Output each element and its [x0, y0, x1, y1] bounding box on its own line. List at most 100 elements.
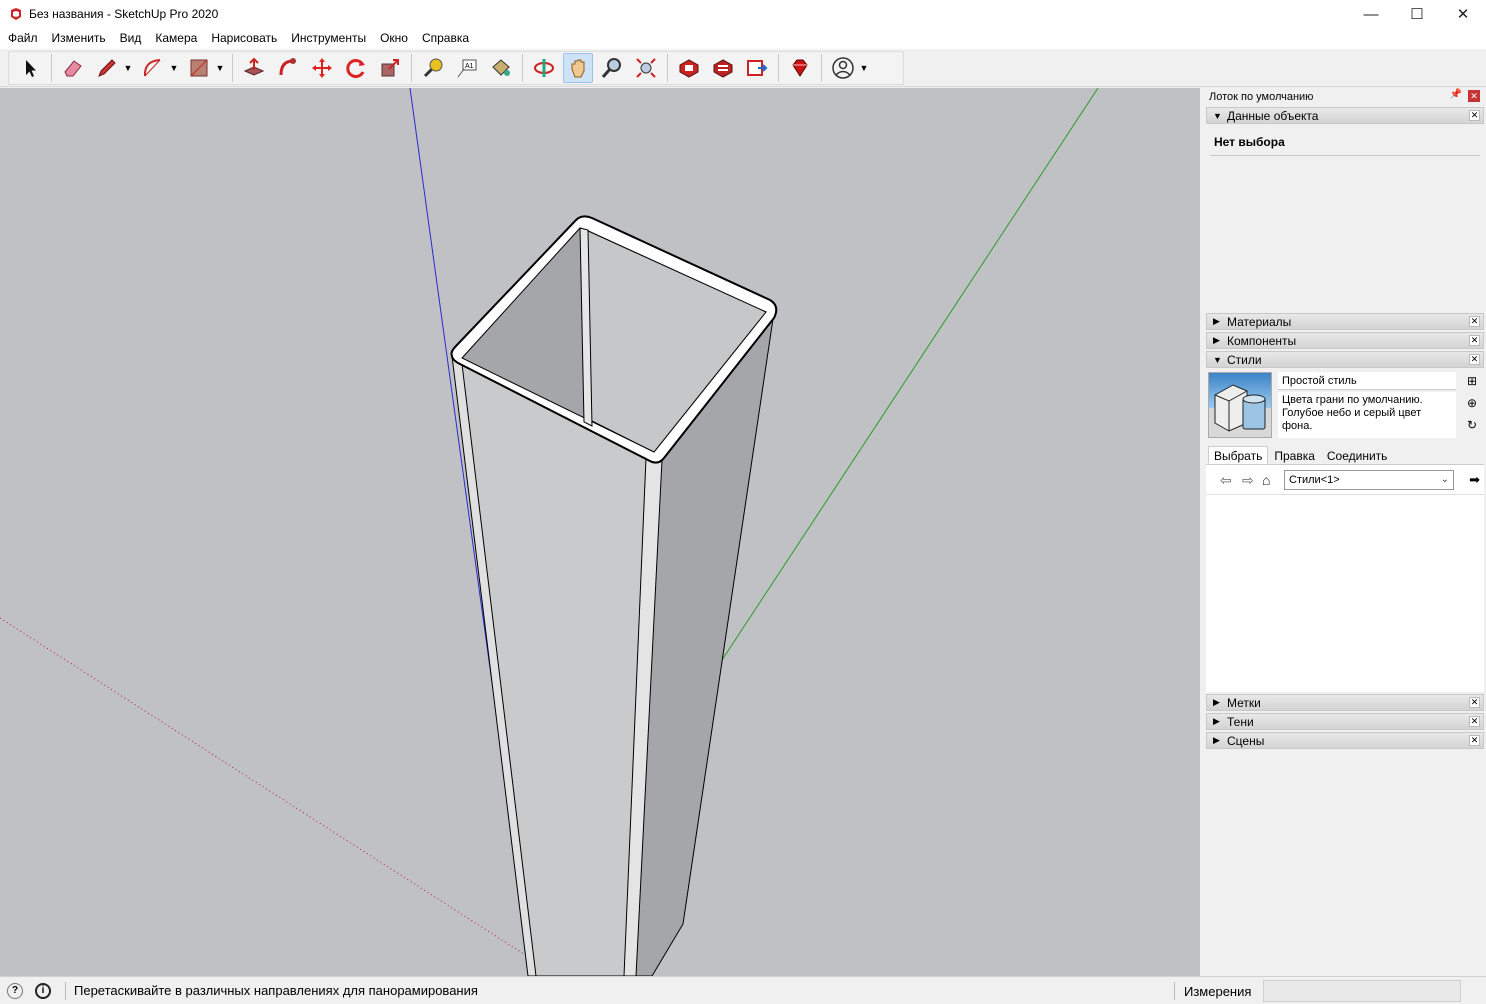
styles-panel-header[interactable]: ▼ Стили ✕: [1206, 351, 1484, 368]
panel-close-icon[interactable]: ✕: [1469, 354, 1480, 365]
style-collection-select[interactable]: Стили<1> ⌄: [1284, 470, 1454, 490]
menu-file[interactable]: Файл: [1, 28, 45, 49]
pin-icon[interactable]: 📌: [1450, 89, 1462, 100]
menu-draw[interactable]: Нарисовать: [204, 28, 284, 49]
follow-me-icon: [279, 58, 296, 76]
ruby-console-button[interactable]: [785, 53, 815, 83]
text-icon: A1: [457, 59, 477, 78]
ruby-icon: [792, 59, 808, 77]
svg-text:A1: A1: [465, 63, 474, 70]
panel-close-icon[interactable]: ✕: [1469, 110, 1480, 121]
materials-label: Материалы: [1227, 314, 1292, 329]
measurements-input[interactable]: [1263, 980, 1461, 1002]
info-icon[interactable]: i: [35, 982, 51, 999]
panel-close-icon[interactable]: ✕: [1469, 716, 1480, 727]
home-icon[interactable]: ⌂: [1262, 472, 1270, 488]
pencil-dropdown-icon[interactable]: ▼: [122, 53, 134, 83]
menu-tools[interactable]: Инструменты: [284, 28, 373, 49]
panel-close-icon[interactable]: ✕: [1469, 735, 1480, 746]
tray-title: Лоток по умолчанию: [1209, 90, 1314, 103]
red-axis-dotted: [0, 617, 531, 959]
expand-triangle-icon: ▶: [1213, 697, 1220, 707]
forward-arrow-icon[interactable]: ⇨: [1242, 472, 1254, 489]
style-library-list[interactable]: [1206, 494, 1484, 692]
panel-close-icon[interactable]: ✕: [1469, 335, 1480, 346]
tab-edit[interactable]: Правка: [1268, 446, 1321, 464]
orbit-tool-button[interactable]: [529, 53, 559, 83]
3d-warehouse-button[interactable]: [674, 53, 704, 83]
drawing-viewport[interactable]: [0, 88, 1200, 976]
zoom-extents-icon: [636, 58, 656, 78]
panel-close-icon[interactable]: ✕: [1469, 316, 1480, 327]
menu-view[interactable]: Вид: [113, 28, 149, 49]
zoom-tool-button[interactable]: [597, 53, 627, 83]
materials-panel-header[interactable]: ▶ Материалы ✕: [1206, 313, 1484, 330]
panel-close-icon[interactable]: ✕: [1469, 697, 1480, 708]
arc-dropdown-icon[interactable]: ▼: [168, 53, 180, 83]
account-dropdown-icon[interactable]: ▼: [858, 53, 870, 83]
details-arrow-icon[interactable]: ➡: [1469, 472, 1480, 488]
chevron-down-icon: ⌄: [1440, 474, 1449, 485]
tray-header: Лоток по умолчанию 📌 ✕: [1202, 88, 1486, 105]
entity-info-panel-header[interactable]: ▼ Данные объекта ✕: [1206, 107, 1484, 124]
scale-tool-button[interactable]: [375, 53, 405, 83]
create-style-icon[interactable]: ⊞: [1467, 374, 1477, 388]
update-style-icon[interactable]: ⊕: [1467, 396, 1477, 410]
close-window-button[interactable]: ✕: [1440, 0, 1486, 28]
styles-label: Стили: [1227, 352, 1262, 367]
geo-location-icon[interactable]: ?: [7, 982, 23, 999]
eraser-tool-button[interactable]: [58, 53, 88, 83]
divider: [1174, 982, 1175, 1000]
zoom-extents-tool-button[interactable]: [631, 53, 661, 83]
pan-tool-button[interactable]: [563, 53, 593, 83]
styles-tabs: Выбрать Правка Соединить: [1206, 446, 1484, 464]
back-arrow-icon[interactable]: ⇦: [1220, 472, 1232, 489]
pencil-tool-button[interactable]: [92, 53, 122, 83]
minimize-button[interactable]: —: [1348, 0, 1394, 28]
no-selection-text: Нет выбора: [1214, 135, 1285, 149]
account-button[interactable]: [828, 53, 858, 83]
rectangle-tool-button[interactable]: [184, 53, 214, 83]
select-tool-button[interactable]: [15, 53, 45, 83]
tags-panel-header[interactable]: ▶ Метки ✕: [1206, 694, 1484, 711]
entity-info-label: Данные объекта: [1227, 108, 1319, 123]
style-name-field[interactable]: Простой стиль: [1278, 372, 1456, 390]
rectangle-icon: [190, 59, 208, 77]
push-pull-tool-button[interactable]: [239, 53, 269, 83]
components-label: Компоненты: [1227, 333, 1297, 348]
menu-camera[interactable]: Камера: [148, 28, 204, 49]
tray-close-icon[interactable]: ✕: [1468, 90, 1480, 102]
status-bar: ? i Перетаскивайте в различных направлен…: [0, 976, 1486, 1004]
expand-triangle-icon: ▶: [1213, 716, 1220, 726]
menu-help[interactable]: Справка: [415, 28, 476, 49]
style-description-field[interactable]: Цвета грани по умолчанию. Голубое небо и…: [1278, 392, 1456, 438]
move-tool-button[interactable]: [307, 53, 337, 83]
rotate-tool-button[interactable]: [341, 53, 371, 83]
menu-window[interactable]: Окно: [373, 28, 415, 49]
extension-warehouse-button[interactable]: [708, 53, 738, 83]
tube-left-face: [453, 359, 659, 976]
arc-tool-button[interactable]: [138, 53, 168, 83]
text-tool-button[interactable]: A1: [452, 53, 482, 83]
menu-edit[interactable]: Изменить: [45, 28, 113, 49]
tab-mix[interactable]: Соединить: [1321, 446, 1394, 464]
shadows-label: Тени: [1227, 714, 1254, 729]
refresh-icon[interactable]: ↻: [1467, 418, 1477, 432]
shadows-panel-header[interactable]: ▶ Тени ✕: [1206, 713, 1484, 730]
tab-select[interactable]: Выбрать: [1208, 446, 1269, 464]
style-thumbnail: [1208, 372, 1272, 438]
move-icon: [312, 58, 332, 78]
rectangle-dropdown-icon[interactable]: ▼: [214, 53, 226, 83]
account-icon: [832, 57, 854, 79]
scenes-panel-header[interactable]: ▶ Сцены ✕: [1206, 732, 1484, 749]
follow-me-tool-button[interactable]: [273, 53, 303, 83]
send-to-layout-button[interactable]: [742, 53, 772, 83]
components-panel-header[interactable]: ▶ Компоненты ✕: [1206, 332, 1484, 349]
tape-measure-tool-button[interactable]: [418, 53, 448, 83]
paint-bucket-icon: [492, 59, 510, 76]
paint-bucket-tool-button[interactable]: [486, 53, 516, 83]
maximize-button[interactable]: ☐: [1394, 0, 1440, 28]
entity-info-body: Нет выбора: [1206, 126, 1484, 311]
divider: [65, 981, 66, 1000]
measurements-label: Измерения: [1184, 984, 1252, 999]
